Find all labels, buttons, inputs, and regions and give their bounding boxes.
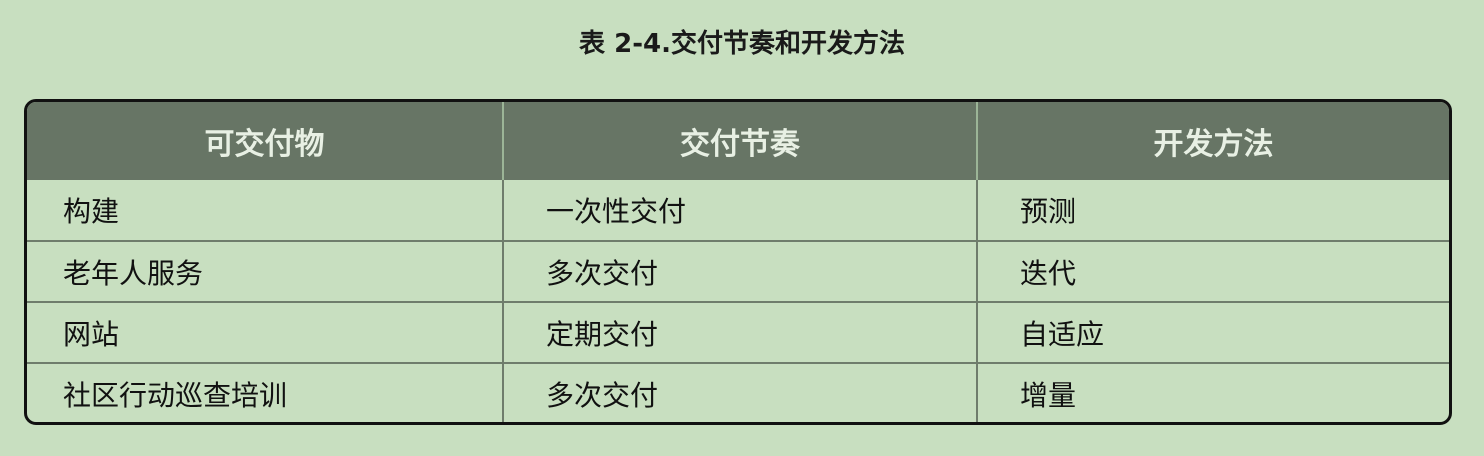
table-header-row: 可交付物 交付节奏 开发方法: [27, 102, 1449, 180]
cadence-cell: 多次交付: [503, 362, 978, 422]
table-row: 老年人服务 多次交付 迭代: [27, 240, 1449, 302]
table-row: 构建 一次性交付 预测: [27, 180, 1449, 241]
table-row: 网站 定期交付 自适应: [27, 301, 1449, 363]
cadence-cell: 一次性交付: [503, 180, 978, 241]
approach-cell: 自适应: [977, 301, 1449, 363]
approach-cell: 迭代: [977, 240, 1449, 302]
deliverable-cell: 老年人服务: [27, 240, 504, 302]
table-row: 社区行动巡查培训 多次交付 增量: [27, 362, 1449, 422]
cadence-cell: 定期交付: [503, 301, 978, 363]
table-caption: 表 2-4.交付节奏和开发方法: [579, 29, 905, 59]
cadence-cell: 多次交付: [503, 240, 978, 302]
header-deliverable: 可交付物: [27, 102, 504, 180]
approach-cell: 预测: [1020, 195, 1077, 228]
approach-cell: 增量: [977, 362, 1449, 422]
deliverable-cell: 构建: [27, 180, 504, 241]
deliverable-cell: 社区行动巡查培训: [27, 362, 504, 422]
delivery-cadence-table: 可交付物 交付节奏 开发方法 构建 一次性交付 预测 老年人服务 多次交付 迭代…: [24, 99, 1452, 425]
header-delivery-cadence: 交付节奏: [503, 102, 978, 180]
header-development-approach: 开发方法: [977, 102, 1449, 180]
deliverable-cell: 网站: [27, 301, 504, 363]
